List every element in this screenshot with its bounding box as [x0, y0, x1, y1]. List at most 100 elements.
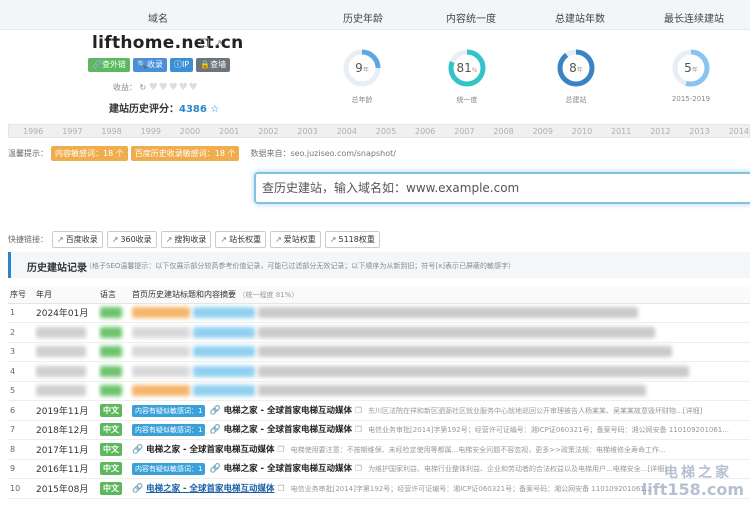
redacted-block	[100, 307, 122, 319]
col-num: 序号	[8, 287, 34, 304]
copy-icon[interactable]: ❐	[355, 425, 362, 434]
row-lang: 中文	[98, 420, 130, 440]
ring-caption: 统一度	[456, 96, 478, 104]
table-row[interactable]: 8 2017年11月 中文 🔗 电梯之家 - 全球首家电梯互动媒体 ❐ 电梯使用要注意：…	[8, 439, 750, 460]
row-lang	[98, 322, 130, 343]
history-header: 历史建站记录 （格子SEO温馨提示：以下仅展示部分较高参考价值记录，可能已过滤部…	[8, 252, 750, 278]
history-note: （格子SEO温馨提示：以下仅展示部分较高参考价值记录，可能已过滤部分无效记录；以…	[85, 262, 515, 270]
row-lang	[98, 361, 130, 382]
site-title[interactable]: 电梯之家 - 全球首家电梯互动媒体	[146, 445, 274, 455]
timeline-year[interactable]: 2014	[729, 127, 749, 136]
row-lang: 中文	[98, 478, 130, 499]
site-title[interactable]: 电梯之家 - 全球首家电梯互动媒体	[224, 425, 352, 435]
quick-link-baidu[interactable]: ↗ 百度收录	[52, 231, 103, 248]
search-box	[254, 172, 750, 204]
redacted-block	[192, 346, 255, 358]
timeline-year[interactable]: 2005	[376, 127, 396, 136]
row-title: 内容有疑似敏感词：1 🔗 电梯之家 - 全球首家电梯互动媒体 ❐ 电信业务审批[20…	[130, 420, 750, 440]
quick-link-chinaz[interactable]: ↗ 站长权重	[215, 231, 267, 248]
timeline-year[interactable]: 2006	[415, 127, 435, 136]
timeline-year[interactable]: 1997	[62, 127, 82, 136]
redacted-block	[100, 365, 122, 377]
redacted-block	[192, 385, 255, 397]
redacted-block	[36, 346, 86, 358]
ip-button[interactable]: ⓘIP	[169, 58, 194, 72]
timeline-year[interactable]: 2004	[337, 127, 357, 136]
table-row[interactable]: 4	[8, 361, 750, 382]
ring-caption: 总年龄	[351, 96, 373, 104]
site-title[interactable]: 电梯之家 - 全球首家电梯互动媒体	[146, 484, 274, 494]
external-link-icon: ↗	[165, 235, 173, 244]
star-icon[interactable]: ☆	[210, 104, 219, 115]
timeline-year[interactable]: 2000	[180, 127, 200, 136]
wall-check-button[interactable]: 🔒查墙	[196, 58, 231, 72]
ring-value: 81%	[456, 61, 478, 75]
timeline-year[interactable]: 1996	[23, 127, 43, 136]
ring-value: 5年	[684, 61, 698, 75]
copy-icon[interactable]: ❐	[277, 484, 284, 493]
copy-icon[interactable]: ❐	[200, 37, 210, 50]
unity-note: （统一程度 81%）	[238, 291, 299, 300]
quick-link-sogou[interactable]: ↗ 搜狗收录	[160, 231, 212, 248]
redacted-block	[257, 346, 672, 358]
timeline-year[interactable]: 2008	[493, 127, 513, 136]
copy-icon[interactable]: ❐	[277, 445, 284, 454]
redacted-block	[100, 346, 122, 358]
refresh-icon[interactable]: ↻	[140, 83, 147, 92]
site-title[interactable]: 电梯之家 - 全球首家电梯互动媒体	[224, 406, 352, 416]
header-years: 总建站年数	[555, 14, 605, 25]
row-number: 5	[8, 381, 34, 401]
redacted-block	[192, 326, 255, 338]
link-icon: 🔗	[209, 464, 221, 475]
header-unity: 内容统一度	[446, 14, 496, 25]
row-month	[34, 342, 98, 362]
quick-link-360[interactable]: ↗ 360收录	[106, 231, 157, 248]
index-button[interactable]: 🔍收录	[132, 58, 167, 72]
sensitive-word-tag[interactable]: 内容有疑似敏感词：1	[132, 424, 206, 437]
copy-icon[interactable]: ❐	[355, 406, 362, 415]
domain-tools: 🔗查外链 🔍收录 ⓘIP 🔒查墙	[88, 58, 231, 72]
row-month: 2017年11月	[34, 439, 98, 460]
row-number: 9	[8, 459, 34, 479]
timeline-year[interactable]: 1998	[101, 127, 121, 136]
row-title	[130, 303, 750, 323]
site-title[interactable]: 电梯之家 - 全球首家电梯互动媒体	[224, 464, 352, 474]
baidu-sensitive-badge[interactable]: 百度历史收录敏感词：18 个	[130, 146, 240, 161]
redacted-block	[132, 385, 190, 397]
sensitive-word-badge[interactable]: 内容敏感词：18 个	[51, 146, 128, 161]
timeline-year[interactable]: 2009	[533, 127, 553, 136]
timeline-year[interactable]: 1999	[141, 127, 161, 136]
timeline-year[interactable]: 2002	[258, 127, 278, 136]
timeline-year[interactable]: 2012	[650, 127, 670, 136]
sensitive-word-tag[interactable]: 内容有疑似敏感词：1	[132, 463, 206, 476]
timeline-year[interactable]: 2003	[297, 127, 317, 136]
table-row[interactable]: 6 2019年11月 中文 内容有疑似敏感词：1 🔗 电梯之家 - 全球首家电梯互动媒体…	[8, 400, 750, 421]
search-input[interactable]	[256, 174, 750, 202]
sensitive-word-tag[interactable]: 内容有疑似敏感词：1	[132, 404, 206, 417]
quick-link-5118[interactable]: ↗ 5118权重	[324, 231, 380, 248]
timeline-year[interactable]: 2013	[689, 127, 709, 136]
table-row[interactable]: 3	[8, 342, 750, 362]
row-lang: 中文	[98, 439, 130, 460]
quick-link-aizhan[interactable]: ↗ 爱站权重	[270, 231, 321, 248]
ring-value: 9年	[355, 61, 369, 75]
timeline-year[interactable]: 2011	[611, 127, 631, 136]
table-row[interactable]: 1 2024年01月	[8, 303, 750, 323]
row-number: 10	[8, 478, 34, 499]
table-row[interactable]: 2	[8, 322, 750, 343]
external-link-icon[interactable]: ↗	[213, 37, 222, 50]
ring-chart: 5年	[671, 48, 711, 88]
backlink-button[interactable]: 🔗查外链	[88, 58, 130, 72]
timeline-year[interactable]: 2010	[572, 127, 592, 136]
score-value: 4386	[179, 104, 207, 115]
table-row[interactable]: 7 2018年12月 中文 内容有疑似敏感词：1 🔗 电梯之家 - 全球首家电梯互动媒体…	[8, 420, 750, 440]
row-number: 4	[8, 361, 34, 382]
table-row[interactable]: 5	[8, 381, 750, 401]
col-month: 年月	[34, 287, 98, 304]
score-label: 建站历史评分：	[109, 104, 179, 115]
row-month	[34, 361, 98, 382]
timeline-year[interactable]: 2001	[219, 127, 239, 136]
timeline-year[interactable]: 2007	[454, 127, 474, 136]
copy-icon[interactable]: ❐	[355, 464, 362, 473]
redacted-block	[192, 307, 255, 319]
